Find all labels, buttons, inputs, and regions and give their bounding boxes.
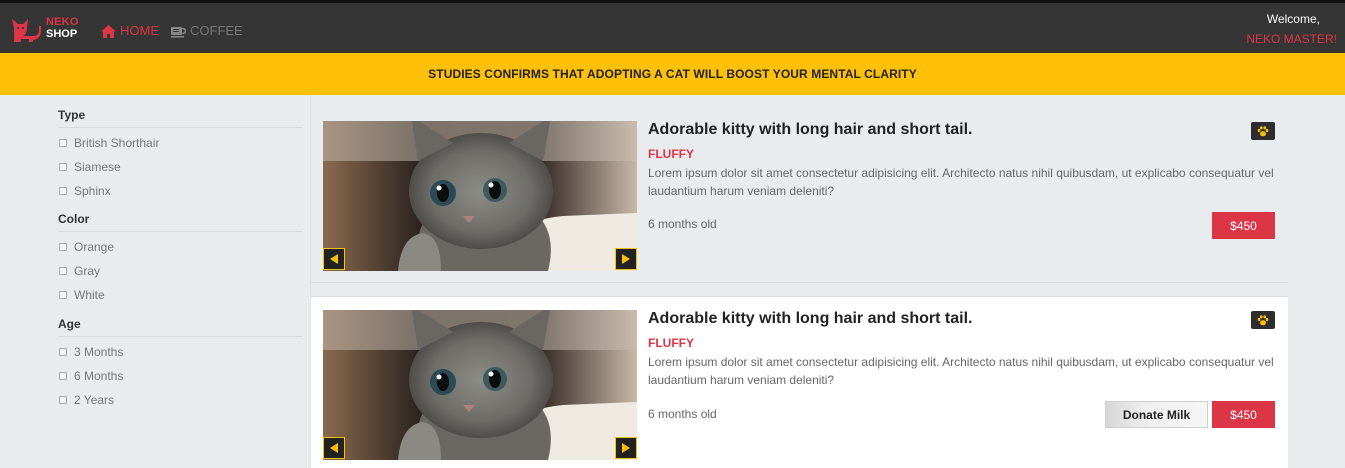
- chevron-left-icon: [330, 254, 338, 264]
- carousel-prev-button[interactable]: [323, 437, 345, 459]
- product-title: Adorable kitty with long hair and short …: [648, 310, 973, 327]
- chevron-right-icon: [622, 443, 630, 453]
- filter-option-label: 3 Months: [74, 345, 124, 359]
- filter-option[interactable]: White: [58, 283, 303, 307]
- filter-option-label: Gray: [74, 264, 101, 278]
- checkbox[interactable]: [59, 396, 67, 404]
- checkbox[interactable]: [59, 291, 67, 299]
- banner-text: STUDIES CONFIRMS THAT ADOPTING A CAT WIL…: [428, 67, 917, 81]
- carousel-next-button[interactable]: [615, 437, 637, 459]
- product-age: 6 months old: [648, 407, 717, 421]
- paw-icon: [1257, 314, 1269, 325]
- filter-option-label: 6 Months: [74, 369, 124, 383]
- checkbox[interactable]: [59, 372, 67, 380]
- product-description: Lorem ipsum dolor sit amet consectetur a…: [648, 166, 1274, 198]
- price-button[interactable]: $450: [1212, 401, 1275, 428]
- filter-option-label: Siamese: [74, 160, 121, 174]
- username-link[interactable]: NEKO MASTER!: [1246, 32, 1337, 46]
- filter-option[interactable]: Orange: [58, 235, 303, 259]
- donate-milk-button[interactable]: Donate Milk: [1105, 401, 1208, 428]
- filter-group-type: Type British Shorthair Siamese Sphinx: [58, 108, 303, 203]
- filter-title-type: Type: [58, 108, 303, 128]
- nav-home-label: HOME: [120, 23, 159, 38]
- product-description: Lorem ipsum dolor sit amet consectetur a…: [648, 355, 1274, 387]
- checkbox[interactable]: [59, 187, 67, 195]
- kitten-photo: [323, 121, 637, 271]
- filter-option[interactable]: Sphinx: [58, 179, 303, 203]
- checkbox[interactable]: [59, 348, 67, 356]
- brand-name-top: NEKO: [46, 16, 79, 28]
- paw-icon: [1257, 125, 1269, 136]
- checkbox[interactable]: [59, 163, 67, 171]
- product-tag: FLUFFY: [648, 336, 694, 350]
- product-image-carousel[interactable]: [323, 121, 637, 271]
- chevron-left-icon: [330, 443, 338, 453]
- announcement-banner: STUDIES CONFIRMS THAT ADOPTING A CAT WIL…: [0, 53, 1345, 95]
- carousel-next-button[interactable]: [615, 248, 637, 270]
- kitten-photo: [323, 310, 637, 460]
- paw-badge[interactable]: [1251, 122, 1275, 140]
- filter-option[interactable]: Siamese: [58, 155, 303, 179]
- chevron-right-icon: [622, 254, 630, 264]
- filter-option-label: White: [74, 288, 105, 302]
- filter-group-age: Age 3 Months 6 Months 2 Years: [58, 317, 303, 412]
- nav-coffee-label: COFFEE: [190, 23, 243, 38]
- home-icon: [101, 24, 116, 38]
- price-button[interactable]: $450: [1212, 212, 1275, 239]
- checkbox[interactable]: [59, 267, 67, 275]
- filter-group-color: Color Orange Gray White: [58, 212, 303, 307]
- filter-option-label: Orange: [74, 240, 115, 254]
- product-image-carousel[interactable]: [323, 310, 637, 460]
- filter-title-color: Color: [58, 212, 303, 232]
- product-tag: FLUFFY: [648, 147, 694, 161]
- shop-logo[interactable]: NEKO SHOP: [11, 14, 83, 46]
- nav-home-link[interactable]: HOME: [101, 21, 159, 41]
- carousel-prev-button[interactable]: [323, 248, 345, 270]
- welcome-text: Welcome,: [1266, 12, 1320, 26]
- coffee-icon: [171, 26, 186, 37]
- filter-option[interactable]: 2 Years: [58, 388, 303, 412]
- filter-option[interactable]: 3 Months: [58, 340, 303, 364]
- brand-name-bottom: SHOP: [46, 28, 78, 40]
- product-title: Adorable kitty with long hair and short …: [648, 121, 973, 138]
- filter-option[interactable]: British Shorthair: [58, 131, 303, 155]
- paw-badge[interactable]: [1251, 311, 1275, 329]
- checkbox[interactable]: [59, 139, 67, 147]
- product-card: Adorable kitty with long hair and short …: [311, 296, 1288, 468]
- filter-option-label: Sphinx: [74, 184, 111, 198]
- product-age: 6 months old: [648, 217, 717, 231]
- filter-title-age: Age: [58, 317, 303, 337]
- filter-option-label: British Shorthair: [74, 136, 160, 150]
- filter-option[interactable]: Gray: [58, 259, 303, 283]
- filter-sidebar: Type British Shorthair Siamese Sphinx Co…: [0, 95, 311, 468]
- right-gutter: [1288, 95, 1345, 468]
- top-navbar: NEKO SHOP HOME COFFEE Welcome, NEKO MAST…: [0, 0, 1345, 53]
- filter-option-label: 2 Years: [74, 393, 115, 407]
- filter-option[interactable]: 6 Months: [58, 364, 303, 388]
- product-card: Adorable kitty with long hair and short …: [311, 95, 1288, 283]
- nav-coffee-link[interactable]: COFFEE: [171, 21, 243, 41]
- checkbox[interactable]: [59, 243, 67, 251]
- cat-logo-icon: [12, 19, 41, 42]
